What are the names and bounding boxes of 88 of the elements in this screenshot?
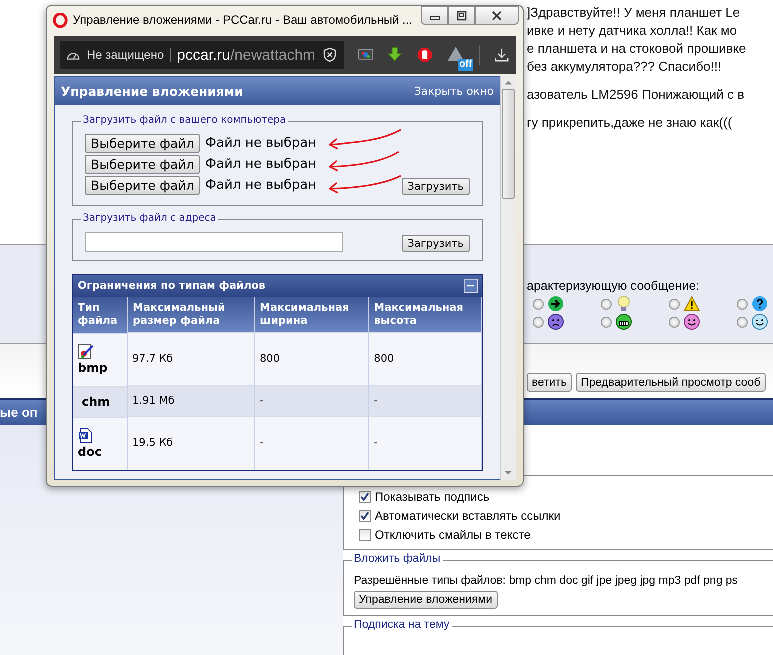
url-text: pccar.ru/newattachm (177, 46, 316, 64)
file-type-text: chm (81, 394, 112, 408)
manage-attachments-button[interactable]: Управление вложениями (354, 591, 498, 609)
choose-file-button[interactable]: Выберите файл (85, 134, 200, 153)
table-cell: 19.5 Кб (128, 416, 254, 470)
close-window-link[interactable]: Закрыть окно (414, 84, 494, 98)
checkbox[interactable] (359, 528, 371, 540)
checkbox[interactable] (359, 490, 371, 502)
table-cell: 800 (254, 332, 369, 386)
post-text-line: ивке и нету датчика холла!! Как мо (527, 22, 738, 40)
column-header: Тип файла (73, 297, 128, 332)
table-cell: 1.91 Мб (128, 386, 254, 416)
warning-icon (684, 296, 700, 312)
file-status-text: Файл не выбран (205, 157, 317, 172)
choose-file-button[interactable]: Выберите файл (85, 176, 200, 195)
smile-face-icon (684, 314, 700, 330)
collapse-icon[interactable] (464, 279, 478, 293)
section-header-text: ые оп (0, 405, 38, 420)
radio-button[interactable] (669, 316, 680, 328)
lightbulb-icon (616, 296, 632, 312)
minimize-icon (430, 16, 440, 20)
choose-file-button[interactable]: Выберите файл (85, 155, 200, 174)
address-bar[interactable]: Не защищено pccar.ru/newattachm (60, 41, 344, 69)
extension-badge: off (458, 59, 474, 71)
file-type-text: doc (78, 445, 103, 459)
file-status-text: Файл не выбран (205, 136, 317, 151)
stop-hand-icon[interactable] (417, 46, 434, 64)
post-text-line: ]Здравствуйте!! У меня планшет Le (527, 4, 742, 22)
download-icon[interactable] (494, 46, 510, 64)
table-cell: 97.7 Кб (128, 332, 254, 386)
window-title: Управление вложениями - PCCar.ru - Ваш автомобильный ... (73, 13, 414, 27)
shield-icon[interactable] (322, 47, 338, 63)
maximize-button[interactable] (448, 6, 475, 25)
close-button[interactable] (475, 6, 519, 25)
fieldset-legend: Загрузить файл с вашего компьютера (81, 115, 288, 126)
fieldset-legend: Вложить файлы (352, 553, 443, 565)
fieldset-legend: Подписка на тему (352, 619, 452, 631)
table-cell: - (368, 416, 482, 470)
maximize-icon (456, 10, 468, 22)
table-cell: - (254, 416, 369, 470)
paint-file-icon (78, 344, 94, 360)
radio-button[interactable] (669, 298, 680, 310)
option-label: Автоматически вставлять ссылки (375, 508, 561, 522)
icon-prompt-text: арактеризующую сообщение: (527, 278, 701, 293)
upload-button[interactable]: Загрузить (402, 235, 470, 252)
radio-button[interactable] (737, 316, 748, 328)
download-arrow-icon[interactable] (387, 46, 404, 64)
word-document-icon (78, 428, 94, 444)
column-header: Максимальная ширина (254, 297, 369, 332)
table-cell: - (368, 386, 482, 416)
minimize-button[interactable] (421, 6, 448, 25)
post-text-line: гу прикрепить,даже не знаю как((( (527, 114, 734, 132)
option-label: Показывать подпись (375, 490, 490, 504)
table-title: Ограничения по типам файлов (78, 280, 266, 292)
opera-logo-icon (53, 12, 68, 28)
radio-button[interactable] (533, 316, 544, 328)
table-cell: - (254, 386, 369, 416)
fieldset-legend: Загрузить файл с адреса (81, 213, 218, 224)
scroll-thumb[interactable] (502, 89, 515, 199)
close-icon (491, 10, 503, 22)
column-header: Максимальный размер файла (128, 297, 254, 332)
radio-button[interactable] (737, 298, 748, 310)
sad-face-icon (548, 314, 564, 330)
post-text-line: е планшета и на стоковой прошивке (527, 40, 748, 58)
scroll-up-icon[interactable] (504, 80, 513, 86)
table-cell: 800 (368, 332, 482, 386)
scrollbar[interactable] (500, 76, 516, 480)
radio-button[interactable] (533, 298, 544, 310)
url-input-field[interactable] (85, 232, 343, 252)
popup-heading: Управление вложениями (61, 84, 244, 98)
wink-face-icon (752, 314, 768, 330)
question-icon (752, 296, 768, 312)
radio-button[interactable] (601, 316, 612, 328)
column-header: Максимальная высота (368, 297, 482, 332)
option-label: Отключить смайлы в тексте (375, 528, 531, 542)
form-button[interactable]: ветить (527, 373, 572, 392)
post-text-line: азователь LM2596 Понижающий с в (527, 86, 746, 104)
radio-button[interactable] (601, 298, 612, 310)
file-status-text: Файл не выбран (205, 178, 317, 193)
grin-face-icon (616, 314, 632, 330)
allowed-types-text: Разрешённые типы файлов: bmp chm doc gif jpe jpeg jpg mp3 pdf png ps (354, 575, 738, 587)
upload-button[interactable]: Загрузить (402, 178, 470, 195)
security-label: Не защищено (87, 48, 172, 62)
post-text-line: без аккумулятора??? Спасибо!!! (527, 58, 723, 76)
checkbox[interactable] (359, 510, 371, 522)
form-button[interactable]: Предварительный просмотр сооб (576, 373, 766, 392)
scroll-down-icon[interactable] (504, 470, 513, 476)
file-type-text: bmp (78, 361, 109, 375)
